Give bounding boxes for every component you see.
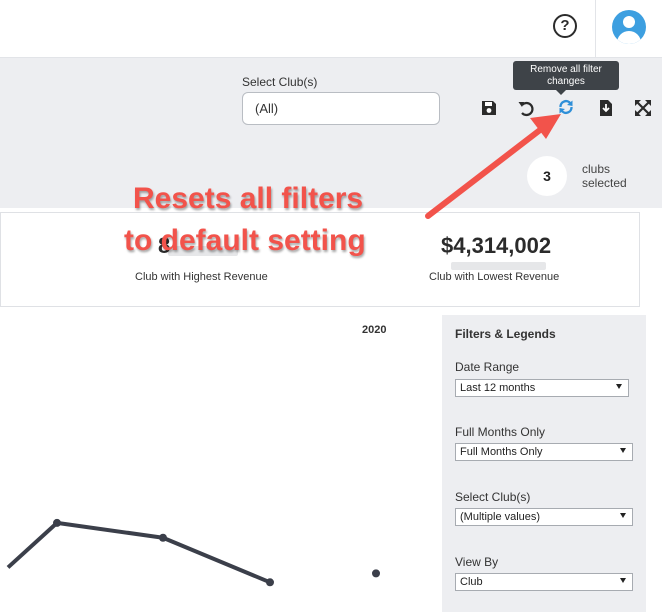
annotation-arrow	[425, 114, 561, 219]
annotation-line-2: to default setting	[124, 224, 366, 257]
annotation-line-1: Resets all filters	[133, 182, 364, 215]
